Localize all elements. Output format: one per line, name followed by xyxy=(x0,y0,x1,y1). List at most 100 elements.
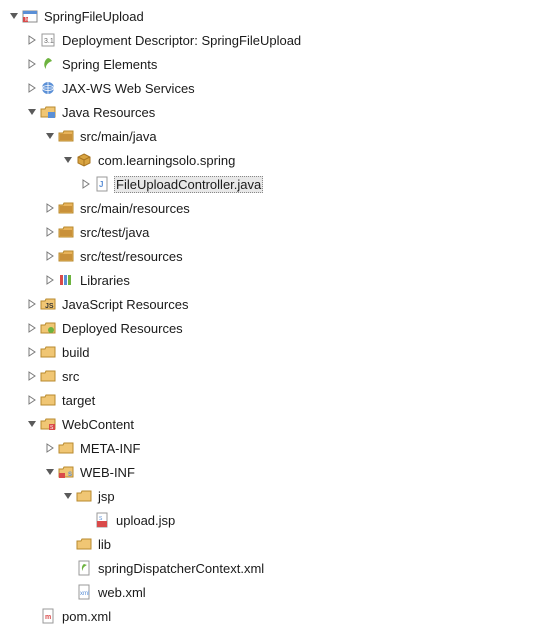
collapse-arrow-icon[interactable] xyxy=(24,368,40,384)
tree-item[interactable]: JS JavaScript Resources xyxy=(6,292,554,316)
tree-item[interactable]: src/test/java xyxy=(6,220,554,244)
collapse-arrow-icon[interactable] xyxy=(24,392,40,408)
tree-item-label: src/main/resources xyxy=(78,200,192,217)
tree-item-label: web.xml xyxy=(96,584,148,601)
tree-item[interactable]: META-INF xyxy=(6,436,554,460)
tree-item-label: springDispatcherContext.xml xyxy=(96,560,266,577)
tree-item-label: src/test/java xyxy=(78,224,151,241)
tree-item[interactable]: src/main/java xyxy=(6,124,554,148)
deployed-resources-icon xyxy=(40,320,56,336)
tree-item-label: JavaScript Resources xyxy=(60,296,190,313)
tree-item-label: target xyxy=(60,392,97,409)
tree-item[interactable]: 3.1 Deployment Descriptor: SpringFileUplo… xyxy=(6,28,554,52)
collapse-arrow-icon[interactable] xyxy=(42,224,58,240)
jaxws-icon xyxy=(40,80,56,96)
expand-arrow-icon[interactable] xyxy=(42,464,58,480)
package-folder-icon xyxy=(58,200,74,216)
collapse-arrow-icon[interactable] xyxy=(42,440,58,456)
tree-item[interactable]: build xyxy=(6,340,554,364)
collapse-arrow-icon[interactable] xyxy=(24,320,40,336)
tree-item[interactable]: xml web.xml xyxy=(6,580,554,604)
expand-arrow-icon[interactable] xyxy=(24,416,40,432)
tree-item[interactable]: JAX-WS Web Services xyxy=(6,76,554,100)
no-arrow xyxy=(24,608,40,624)
tree-item[interactable]: Spring Elements xyxy=(6,52,554,76)
tree-item[interactable]: src xyxy=(6,364,554,388)
tree-item-label: WebContent xyxy=(60,416,136,433)
collapse-arrow-icon[interactable] xyxy=(24,80,40,96)
expand-arrow-icon[interactable] xyxy=(42,128,58,144)
tree-item[interactable]: src/main/resources xyxy=(6,196,554,220)
svg-text:JS: JS xyxy=(45,303,54,310)
web-inf-icon: S xyxy=(58,464,74,480)
collapse-arrow-icon[interactable] xyxy=(42,272,58,288)
web-content-icon: S xyxy=(40,416,56,432)
spring-elements-icon xyxy=(40,56,56,72)
tree-item-label: pom.xml xyxy=(60,608,113,625)
collapse-arrow-icon[interactable] xyxy=(78,176,94,192)
tree-item[interactable]: lib xyxy=(6,532,554,556)
folder-icon xyxy=(40,392,56,408)
tree-item[interactable]: SWebContent xyxy=(6,412,554,436)
folder-icon xyxy=(76,536,92,552)
tree-item[interactable]: Java Resources xyxy=(6,100,554,124)
tree-item-label: WEB-INF xyxy=(78,464,137,481)
no-arrow xyxy=(60,536,76,552)
no-arrow xyxy=(78,512,94,528)
collapse-arrow-icon[interactable] xyxy=(42,200,58,216)
tree-item-label: src xyxy=(60,368,81,385)
svg-text:S: S xyxy=(68,472,72,478)
collapse-arrow-icon[interactable] xyxy=(42,248,58,264)
package-folder-icon xyxy=(58,248,74,264)
project-explorer-tree: M SpringFileUpload 3.1 Deployment Descripto… xyxy=(6,4,554,628)
no-arrow xyxy=(60,584,76,600)
tree-item[interactable]: Supload.jsp xyxy=(6,508,554,532)
folder-icon xyxy=(40,368,56,384)
tree-item[interactable]: src/test/resources xyxy=(6,244,554,268)
tree-item-label: Libraries xyxy=(78,272,132,289)
tree-item-label: Deployment Descriptor: SpringFileUpload xyxy=(60,32,303,49)
svg-text:xml: xml xyxy=(80,591,89,597)
folder-icon xyxy=(58,440,74,456)
tree-item-label: JAX-WS Web Services xyxy=(60,80,197,97)
expand-arrow-icon[interactable] xyxy=(6,8,22,24)
tree-item-label: SpringFileUpload xyxy=(42,8,146,25)
jsp-file-icon: S xyxy=(94,512,110,528)
java-file-icon: J xyxy=(94,176,110,192)
deployment-descriptor-icon: 3.1 xyxy=(40,32,56,48)
tree-item-label: src/test/resources xyxy=(78,248,185,265)
tree-item-label: Spring Elements xyxy=(60,56,159,73)
svg-text:M: M xyxy=(25,17,29,23)
collapse-arrow-icon[interactable] xyxy=(24,32,40,48)
tree-item[interactable]: Libraries xyxy=(6,268,554,292)
tree-item-label: jsp xyxy=(96,488,117,505)
tree-item[interactable]: com.learningsolo.spring xyxy=(6,148,554,172)
svg-text:m: m xyxy=(45,614,51,621)
expand-arrow-icon[interactable] xyxy=(24,104,40,120)
folder-icon xyxy=(76,488,92,504)
tree-item-label: src/main/java xyxy=(78,128,159,145)
libraries-icon xyxy=(58,272,74,288)
collapse-arrow-icon[interactable] xyxy=(24,296,40,312)
tree-item[interactable]: S WEB-INF xyxy=(6,460,554,484)
tree-item[interactable]: springDispatcherContext.xml xyxy=(6,556,554,580)
expand-arrow-icon[interactable] xyxy=(60,488,76,504)
js-resources-icon: JS xyxy=(40,296,56,312)
tree-item[interactable]: M SpringFileUpload xyxy=(6,4,554,28)
collapse-arrow-icon[interactable] xyxy=(24,344,40,360)
package-folder-icon xyxy=(58,128,74,144)
svg-text:J: J xyxy=(99,180,103,189)
xml-file-icon: xml xyxy=(76,584,92,600)
expand-arrow-icon[interactable] xyxy=(60,152,76,168)
tree-item[interactable]: Deployed Resources xyxy=(6,316,554,340)
tree-item[interactable]: target xyxy=(6,388,554,412)
maven-file-icon: m xyxy=(40,608,56,624)
no-arrow xyxy=(60,560,76,576)
svg-text:3.1: 3.1 xyxy=(44,38,54,45)
tree-item[interactable]: m pom.xml xyxy=(6,604,554,628)
collapse-arrow-icon[interactable] xyxy=(24,56,40,72)
tree-item[interactable]: JFileUploadController.java xyxy=(6,172,554,196)
tree-item[interactable]: jsp xyxy=(6,484,554,508)
tree-item-label: build xyxy=(60,344,91,361)
xml-spring-icon xyxy=(76,560,92,576)
